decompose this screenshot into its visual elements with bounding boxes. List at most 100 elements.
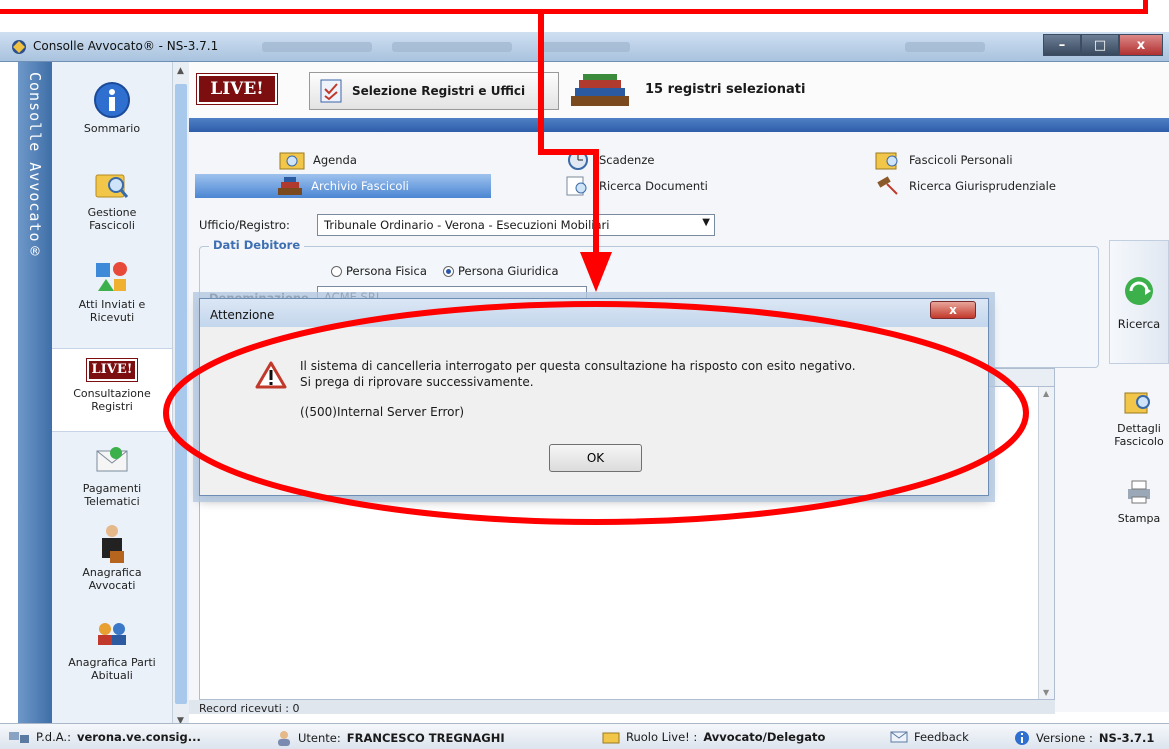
tab-label: Agenda [313, 153, 357, 167]
dati-debitore-title: Dati Debitore [209, 238, 305, 252]
ufficio-label: Ufficio/Registro: [199, 218, 290, 232]
app-icon [12, 40, 26, 54]
sidebar-item-label: Gestione Fascicoli [87, 206, 137, 232]
ufficio-select[interactable]: Tribunale Ordinario - Verona - Esecuzion… [317, 214, 715, 236]
books-icon [571, 74, 629, 106]
folder-search-icon [1124, 392, 1150, 414]
scroll-thumb[interactable] [175, 84, 187, 704]
tab-ricerca-giurisprudenziale[interactable]: Ricerca Giurisprudenziale [875, 174, 1115, 198]
status-role: Ruolo Live! : Avvocato/Delegato [602, 730, 825, 744]
error-dialog: Attenzione x Il sistema di cancelleria i… [199, 298, 989, 496]
radio-circle[interactable] [331, 265, 342, 277]
user-icon [278, 731, 290, 746]
sidebar-item-sommario[interactable]: Sommario [52, 82, 172, 135]
tab-label: Ricerca Documenti [599, 179, 708, 193]
registri-selezionati: 15 registri selezionati [645, 82, 806, 97]
tab-archivio-fascicoli[interactable]: Archivio Fascicoli [195, 174, 491, 198]
sidebar-item-anagrafica-avvocati[interactable]: Anagrafica Avvocati [52, 525, 172, 592]
people-icon [98, 623, 126, 645]
sidebar-item-label: Pagamenti Telematici [82, 482, 142, 508]
dialog-message-line1: Il sistema di cancelleria interrogato pe… [300, 359, 856, 373]
folder-search-icon [875, 152, 898, 170]
scroll-up-icon[interactable]: ▲ [177, 66, 184, 76]
stampa-button[interactable]: Stampa [1109, 478, 1169, 525]
sidebar-item-label: Anagrafica Parti Abituali [68, 656, 156, 682]
sidebar-item-label: Sommario [83, 122, 141, 135]
radio-circle-selected[interactable] [443, 265, 454, 277]
status-user: Utente: FRANCESCO TREGNAGHI [276, 730, 505, 746]
scroll-up-icon[interactable]: ▲ [1043, 389, 1049, 398]
feedback-label: Feedback [914, 730, 969, 744]
radio-persona-fisica[interactable]: Persona Fisica [331, 264, 427, 278]
scroll-down-icon[interactable]: ▼ [1043, 688, 1049, 697]
tab-label: Scadenze [599, 153, 655, 167]
shapes-icon [96, 262, 127, 291]
status-pda: P.d.A.: verona.ve.consig... [8, 730, 201, 744]
dialog-titlebar: Attenzione x [200, 299, 988, 327]
annotation-frame [0, 0, 1148, 14]
sidebar-item-gestione-fascicoli[interactable]: Gestione Fascicoli [52, 166, 172, 232]
books-icon [278, 177, 303, 195]
user-label: Utente: [298, 731, 341, 745]
warning-icon [255, 361, 287, 389]
dialog-error-detail: ((500)Internal Server Error) [300, 405, 465, 419]
role-value: Avvocato/Delegato [703, 730, 826, 744]
record-bar [189, 700, 1055, 714]
printer-icon [1128, 480, 1150, 504]
folder-icon [602, 732, 620, 744]
live-icon: LIVE! [87, 359, 137, 381]
tab-label: Archivio Fascicoli [311, 179, 409, 193]
info-icon [94, 82, 130, 118]
sidebar-item-anagrafica-parti[interactable]: Anagrafica Parti Abituali [52, 616, 172, 682]
live-badge: LIVE! [197, 74, 277, 104]
tab-fascicoli-personali[interactable]: Fascicoli Personali [875, 148, 1095, 172]
sidebar-item-atti[interactable]: Atti Inviati e Ricevuti [52, 258, 172, 324]
radio-persona-giuridica[interactable]: Persona Giuridica [443, 264, 559, 278]
network-icon [9, 732, 29, 743]
dettagli-fascicolo-button[interactable]: Dettagli Fascicolo [1109, 388, 1169, 448]
version-value: NS-3.7.1 [1098, 731, 1155, 745]
dettagli-label: Dettagli Fascicolo [1114, 422, 1164, 448]
ricerca-button[interactable]: Ricerca [1109, 240, 1169, 364]
tab-label: Fascicoli Personali [909, 153, 1013, 167]
banner-text: Consolle Avvocato® [26, 72, 44, 262]
sidebar-scrollbar[interactable]: ▲ ▼ [172, 62, 189, 730]
ok-button[interactable]: OK [549, 444, 642, 472]
blurred-tab [905, 42, 985, 52]
window-title: Consolle Avvocato® - NS-3.7.1 [33, 39, 219, 53]
status-bar: P.d.A.: verona.ve.consig... Utente: FRANCE… [0, 723, 1169, 749]
radio-label: Persona Giuridica [458, 264, 559, 278]
dialog-close-button[interactable]: x [930, 301, 976, 319]
blurred-tab [540, 42, 630, 52]
sidebar-item-pagamenti[interactable]: Pagamenti Telematici [52, 442, 172, 508]
right-action-column: Ricerca Dettagli Fascicolo Stampa [1109, 240, 1169, 712]
tab-ricerca-documenti[interactable]: Ricerca Documenti [565, 174, 765, 198]
gavel-icon [877, 176, 898, 195]
user-value: FRANCESCO TREGNAGHI [346, 731, 505, 745]
chevron-down-icon[interactable]: ▼ [702, 217, 710, 228]
tab-agenda[interactable]: Agenda [279, 148, 459, 172]
pda-label: P.d.A.: [36, 730, 71, 744]
selezione-registri-button[interactable]: Selezione Registri e Uffici [309, 72, 559, 110]
document-search-icon [566, 176, 587, 196]
maximize-button[interactable]: □ [1081, 34, 1119, 56]
dialog-message-line2: Si prega di riprovare successivamente. [300, 375, 534, 389]
feedback-link[interactable]: Feedback [890, 730, 969, 744]
sidebar-item-consultazione[interactable]: LIVE! Consultazione Registri [52, 348, 172, 432]
status-version: Versione : NS-3.7.1 [1014, 730, 1154, 746]
agenda-icon [279, 152, 305, 170]
close-window-button[interactable]: x [1119, 34, 1163, 56]
blurred-tab [392, 42, 512, 52]
pda-value: verona.ve.consig... [76, 730, 201, 744]
minimize-button[interactable]: – [1043, 34, 1081, 56]
sidebar-item-label: Consultazione Registri [73, 387, 151, 413]
lawyer-icon [102, 525, 124, 563]
ufficio-value: Tribunale Ordinario - Verona - Esecuzion… [324, 218, 610, 232]
folder-search-icon [95, 174, 129, 198]
ricerca-label: Ricerca [1117, 317, 1161, 331]
record-count: Record ricevuti : 0 [199, 702, 300, 715]
tab-scadenze[interactable]: Scadenze [565, 148, 745, 172]
table-scrollbar[interactable]: ▲ ▼ [1038, 387, 1054, 699]
vertical-banner: Consolle Avvocato® [18, 62, 52, 730]
blue-separator [189, 118, 1169, 132]
